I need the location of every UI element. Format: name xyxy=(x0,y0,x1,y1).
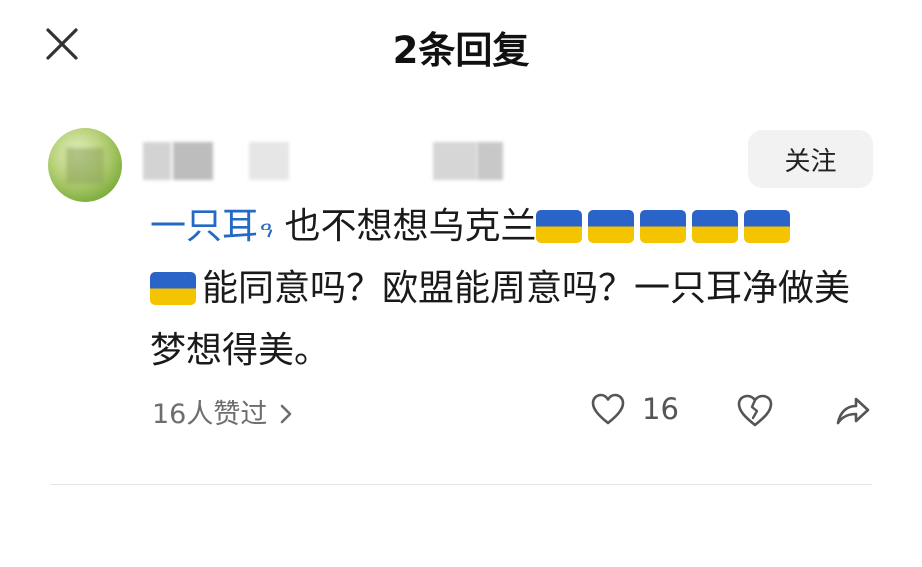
divider xyxy=(50,484,872,485)
flag-group-line2 xyxy=(150,268,202,309)
mention-badge-icon: ዓ xyxy=(260,218,273,243)
ukraine-flag-icon xyxy=(150,272,196,305)
chevron-right-icon xyxy=(279,401,293,432)
ukraine-flag-icon xyxy=(744,210,791,243)
flag-group-line1 xyxy=(536,206,796,247)
share-button[interactable] xyxy=(834,391,872,429)
heart-icon xyxy=(591,393,625,425)
ukraine-flag-icon xyxy=(640,210,687,243)
comment-text: 一只耳ዓ 也不想想乌克兰能同意吗？欧盟能周意吗？一只耳净做美梦想得美。 xyxy=(150,196,870,382)
header: 2条回复 xyxy=(0,0,922,90)
follow-button[interactable]: 关注 xyxy=(748,130,873,188)
like-button[interactable] xyxy=(590,392,626,428)
mention-link[interactable]: 一只耳ዓ xyxy=(150,206,273,247)
like-count: 16 xyxy=(642,392,679,426)
share-icon xyxy=(836,397,870,425)
mention-name: 一只耳 xyxy=(150,206,259,247)
page-title: 2条回复 xyxy=(392,29,530,72)
username-blurred[interactable] xyxy=(143,142,513,182)
ukraine-flag-icon xyxy=(536,210,583,243)
comment-text-part2: 能同意吗？欧盟能周意吗？一只耳净做美梦想得美。 xyxy=(150,268,851,371)
ukraine-flag-icon xyxy=(692,210,739,243)
ukraine-flag-icon xyxy=(588,210,635,243)
comment-text-part1: 也不想想乌克兰 xyxy=(273,206,537,247)
likes-summary-text: 16人赞过 xyxy=(152,399,268,430)
dislike-button[interactable] xyxy=(736,392,774,430)
broken-heart-icon xyxy=(737,394,773,427)
avatar[interactable] xyxy=(48,128,122,202)
likes-summary-link[interactable]: 16人赞过 xyxy=(152,392,293,432)
